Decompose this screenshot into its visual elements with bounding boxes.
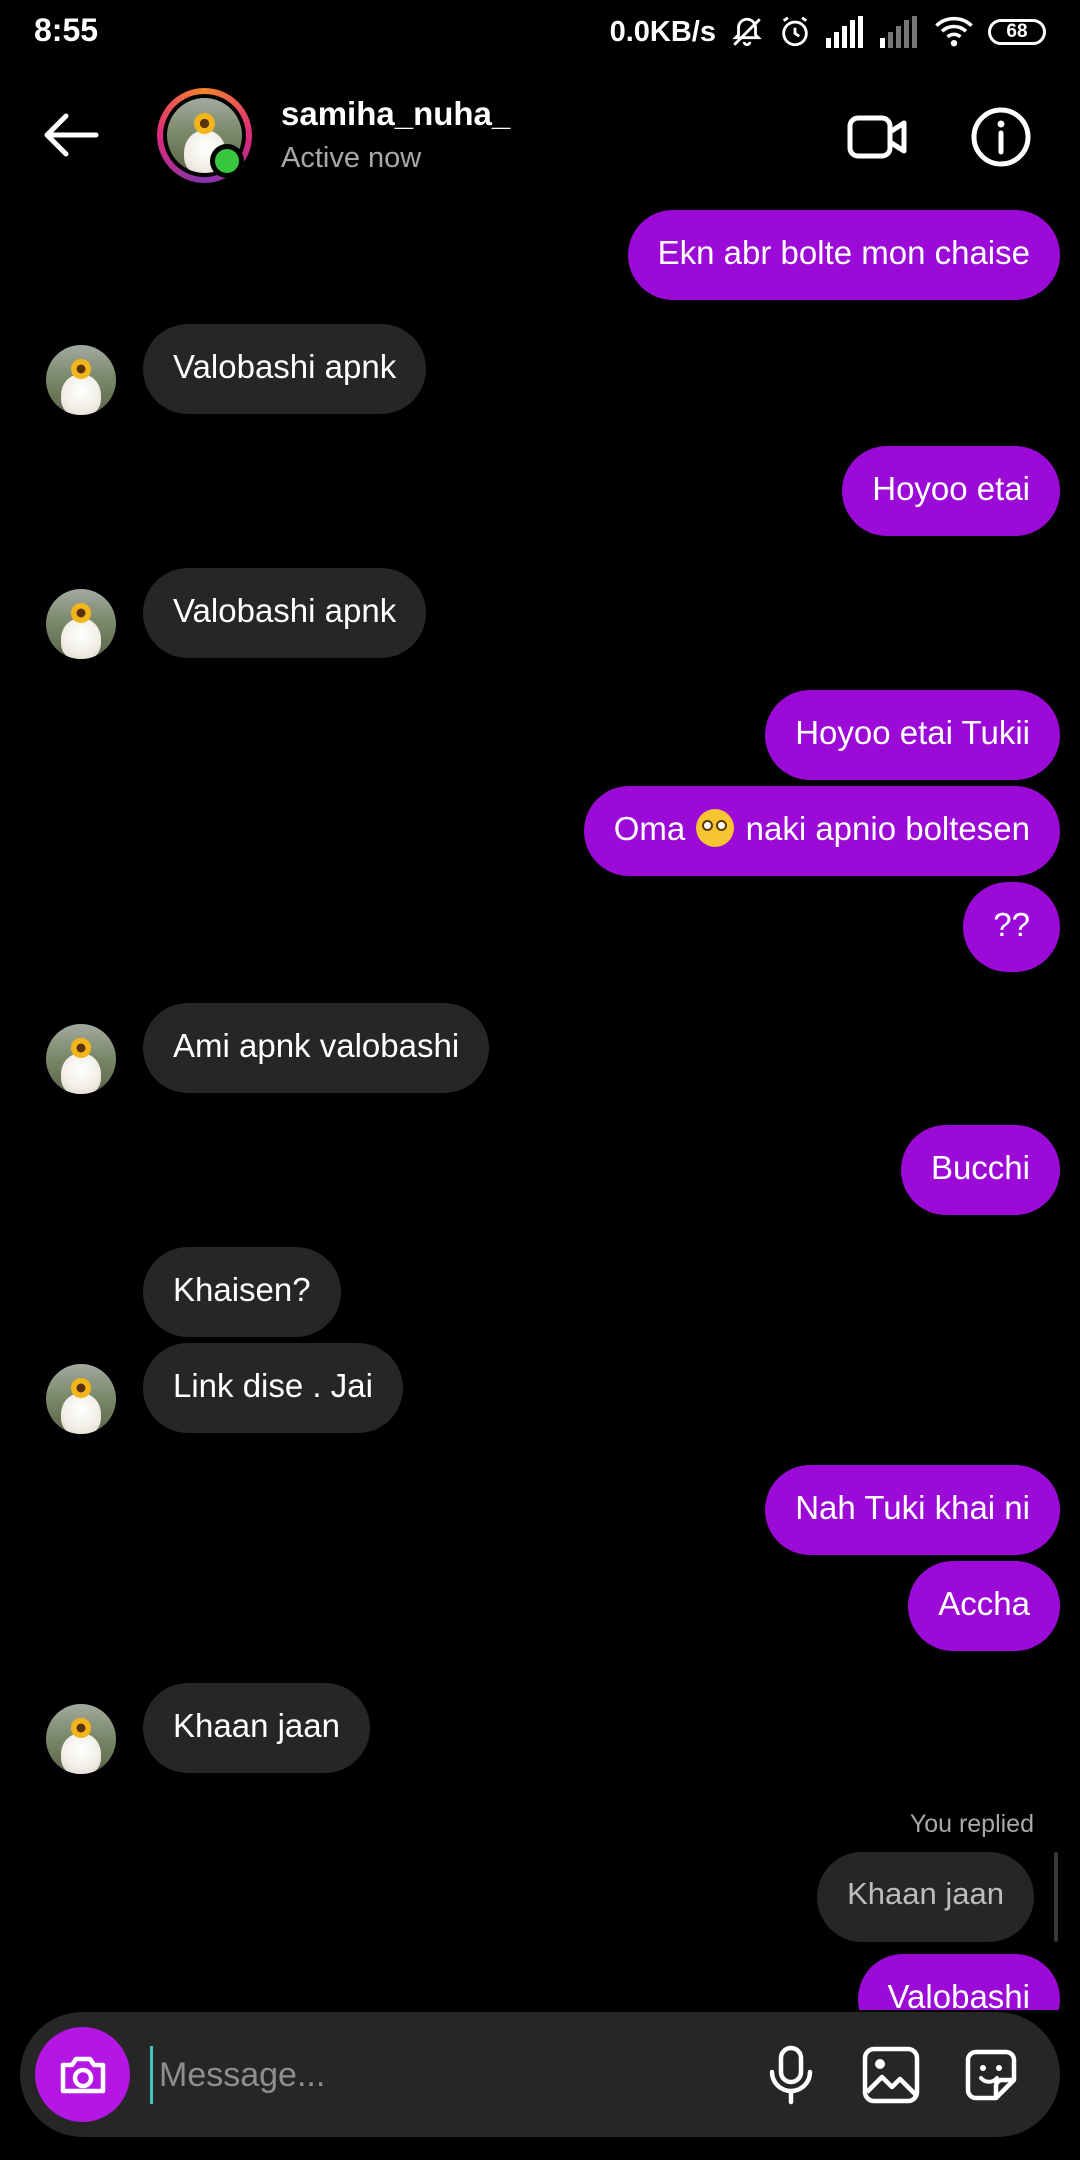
incoming-message[interactable]: Link dise . Jai xyxy=(143,1343,403,1433)
message-text: Oma xyxy=(613,810,686,847)
outgoing-message[interactable]: Accha xyxy=(908,1561,1060,1651)
status-bar: 8:55 0.0KB/s 68 xyxy=(0,0,1080,62)
incoming-message[interactable]: Ami apnk valobashi xyxy=(143,1003,490,1093)
sender-avatar[interactable] xyxy=(46,345,116,415)
sender-avatar[interactable] xyxy=(46,1364,116,1434)
signal-weak-icon xyxy=(880,16,917,48)
sender-avatar[interactable] xyxy=(46,1024,116,1094)
incoming-message[interactable]: Khaisen? xyxy=(143,1247,341,1337)
sender-avatar[interactable] xyxy=(46,589,116,659)
network-speed: 0.0KB/s xyxy=(609,15,716,48)
message-text: naki apnio boltesen xyxy=(745,810,1030,847)
sticker-icon[interactable] xyxy=(958,2042,1024,2108)
reply-indicator-bar xyxy=(1054,1852,1058,1942)
quoted-message[interactable]: Khaan jaan xyxy=(817,1852,1034,1942)
signal-icon xyxy=(826,16,863,48)
outgoing-message[interactable]: Oma naki apnio boltesen xyxy=(583,786,1060,876)
sender-avatar[interactable] xyxy=(46,1704,116,1774)
message-input[interactable] xyxy=(150,2046,741,2104)
outgoing-message[interactable]: Hoyoo etai xyxy=(842,446,1060,536)
rolling-eyes-emoji-icon xyxy=(696,809,735,847)
camera-button[interactable] xyxy=(35,2027,130,2122)
gallery-icon[interactable] xyxy=(858,2042,924,2108)
outgoing-message[interactable]: Valobashi xyxy=(857,1954,1060,2010)
battery-level: 68 xyxy=(1006,21,1028,42)
incoming-message[interactable]: Valobashi apnk xyxy=(143,324,427,414)
alarm-icon xyxy=(782,16,808,47)
info-icon[interactable] xyxy=(968,104,1034,170)
camera-icon xyxy=(60,2056,105,2093)
status-time: 8:55 xyxy=(34,12,99,48)
back-arrow-icon[interactable] xyxy=(38,102,104,168)
wifi-icon xyxy=(935,16,973,47)
outgoing-message[interactable]: Hoyoo etai Tukii xyxy=(765,690,1060,780)
outgoing-message[interactable]: Bucchi xyxy=(900,1125,1060,1215)
status-icons: 0.0KB/s 68 xyxy=(610,12,1046,52)
active-status-dot xyxy=(210,144,244,178)
battery-icon: 68 xyxy=(988,19,1046,45)
incoming-message[interactable]: Valobashi apnk xyxy=(143,568,427,658)
message-list[interactable]: Ekn abr bolte mon chaise Valobashi apnk … xyxy=(0,210,1080,2010)
outgoing-message[interactable]: Nah Tuki khai ni xyxy=(765,1465,1060,1555)
outgoing-message[interactable]: ?? xyxy=(963,882,1060,972)
presence-status: Active now xyxy=(281,142,422,174)
reply-label: You replied xyxy=(909,1810,1034,1838)
muted-bell-icon xyxy=(732,17,762,47)
microphone-icon[interactable] xyxy=(758,2042,824,2108)
outgoing-message[interactable]: Ekn abr bolte mon chaise xyxy=(627,210,1060,300)
message-composer xyxy=(20,2012,1060,2137)
incoming-message[interactable]: Khaan jaan xyxy=(143,1683,370,1773)
username[interactable]: samiha_nuha_ xyxy=(281,95,510,133)
video-call-icon[interactable] xyxy=(845,104,911,170)
chat-header: samiha_nuha_ Active now xyxy=(0,62,1080,210)
